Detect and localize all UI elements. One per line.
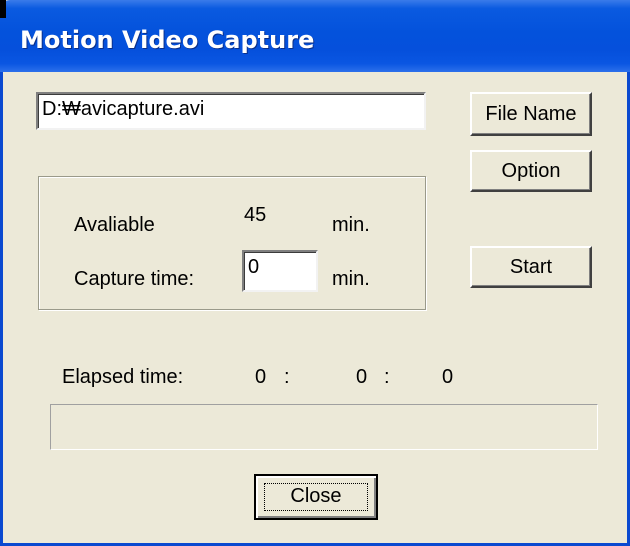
title-bar-corner — [0, 0, 6, 18]
elapsed-separator-1: : — [284, 366, 290, 388]
elapsed-separator-2: : — [384, 366, 390, 388]
capture-time-input[interactable]: 0 — [242, 250, 318, 292]
close-button-label: Close — [290, 485, 342, 507]
capture-time-label: Capture time: — [74, 268, 195, 290]
window-border-left — [0, 72, 3, 546]
title-bar[interactable]: Motion Video Capture — [0, 0, 630, 72]
elapsed-time-label: Elapsed time: — [62, 366, 184, 388]
available-label: Avaliable — [74, 214, 155, 236]
file-path-field[interactable]: D:₩avicapture.avi — [36, 92, 426, 130]
option-button[interactable]: Option — [470, 150, 592, 192]
file-name-button[interactable]: File Name — [470, 92, 592, 136]
capture-time-unit: min. — [332, 268, 370, 290]
capture-dialog: Motion Video Capture D:₩avicapture.avi F… — [0, 0, 630, 546]
close-button[interactable]: Close — [254, 474, 378, 520]
capture-progress-bar — [50, 404, 598, 450]
available-unit: min. — [332, 214, 370, 236]
available-value: 45 — [244, 204, 267, 226]
elapsed-hours: 0 — [255, 366, 267, 388]
window-title: Motion Video Capture — [20, 26, 315, 54]
elapsed-seconds: 0 — [442, 366, 454, 388]
elapsed-minutes: 0 — [356, 366, 368, 388]
start-button[interactable]: Start — [470, 246, 592, 288]
